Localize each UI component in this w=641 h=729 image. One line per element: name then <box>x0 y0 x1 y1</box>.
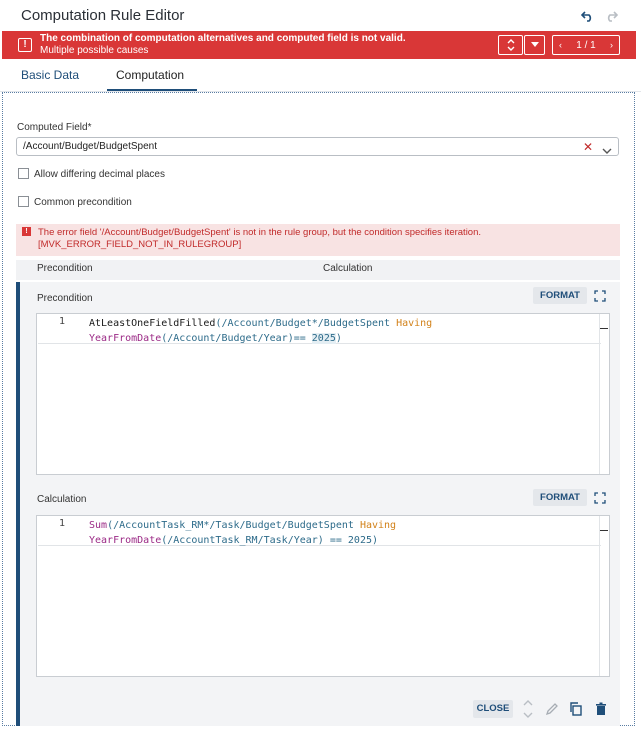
error-icon: ! <box>22 227 31 236</box>
validation-banner: ! The combination of computation alterna… <box>2 31 636 59</box>
edit-icon[interactable] <box>545 702 559 716</box>
computed-field-value: /Account/Budget/BudgetSpent <box>23 141 157 152</box>
common-precondition-checkbox[interactable] <box>18 196 29 207</box>
field-error-message: ! The error field '/Account/Budget/Budge… <box>16 224 620 256</box>
undo-icon[interactable] <box>580 8 596 24</box>
row-selection-bar <box>16 282 20 726</box>
redo-icon[interactable] <box>603 8 619 24</box>
common-precondition-label: Common precondition <box>34 197 132 208</box>
chevron-down-icon[interactable] <box>602 142 612 160</box>
error-icon: ! <box>18 38 32 52</box>
copy-icon[interactable] <box>569 702 583 716</box>
error-text: The error field '/Account/Budget/BudgetS… <box>38 227 481 251</box>
trash-icon[interactable] <box>594 702 608 716</box>
precondition-format-button[interactable]: FORMAT <box>533 287 587 304</box>
col-precondition: Precondition <box>37 263 93 274</box>
editor-scrollbar[interactable] <box>599 516 609 676</box>
code-line: 1 AtLeastOneFieldFilled(/Account/Budget*… <box>38 314 601 344</box>
expand-collapse-button[interactable] <box>498 35 523 55</box>
expand-icon[interactable] <box>594 491 606 504</box>
move-up-icon[interactable] <box>521 697 535 718</box>
pager-text: 1 / 1 <box>576 39 596 51</box>
expand-icon[interactable] <box>594 289 606 302</box>
tab-computation[interactable]: Computation <box>116 68 184 82</box>
error-text-line1: The error field '/Account/Budget/BudgetS… <box>38 227 482 238</box>
column-header: Precondition Calculation <box>16 260 620 280</box>
code-line: 1 Sum(/AccountTask_RM*/Task/Budget/Budge… <box>38 516 601 546</box>
active-tab-indicator <box>107 89 197 91</box>
message-pager[interactable]: ‹ 1 / 1 › <box>552 35 620 55</box>
line-number: 1 <box>59 518 66 529</box>
chevron-down-icon <box>530 42 539 47</box>
clear-icon[interactable]: ✕ <box>583 140 593 154</box>
allow-decimal-checkbox[interactable] <box>18 168 29 179</box>
precondition-code[interactable]: AtLeastOneFieldFilled(/Account/Budget*/B… <box>89 316 589 346</box>
calculation-code[interactable]: Sum(/AccountTask_RM*/Task/Budget/BudgetS… <box>89 518 589 548</box>
precondition-editor[interactable]: 1 AtLeastOneFieldFilled(/Account/Budget*… <box>36 313 610 475</box>
calculation-title: Calculation <box>37 494 87 505</box>
allow-decimal-label: Allow differing decimal places <box>34 169 165 180</box>
computed-field-select[interactable]: /Account/Budget/BudgetSpent ✕ <box>16 137 619 156</box>
error-text-line2: [MVK_ERROR_FIELD_NOT_IN_RULEGROUP] <box>38 239 242 250</box>
line-number: 1 <box>59 316 66 327</box>
chevron-updown-icon <box>507 39 514 51</box>
calculation-format-button[interactable]: FORMAT <box>533 489 587 506</box>
banner-title: The combination of computation alternati… <box>40 33 406 44</box>
tab-basic-data[interactable]: Basic Data <box>21 68 79 82</box>
col-calculation: Calculation <box>323 263 373 274</box>
computation-rule-editor: Computation Rule Editor ! The combinatio… <box>0 0 641 729</box>
banner-detail: Multiple possible causes <box>40 45 149 56</box>
precondition-title: Precondition <box>37 293 93 304</box>
next-icon[interactable]: › <box>610 40 613 50</box>
editor-scrollbar[interactable] <box>599 314 609 474</box>
close-button[interactable]: CLOSE <box>473 700 513 718</box>
dropdown-button[interactable] <box>524 35 545 55</box>
page-title: Computation Rule Editor <box>21 7 185 24</box>
computed-field-label: Computed Field* <box>17 122 92 133</box>
calculation-editor[interactable]: 1 Sum(/AccountTask_RM*/Task/Budget/Budge… <box>36 515 610 677</box>
editor-header: Computation Rule Editor <box>0 0 641 32</box>
prev-icon[interactable]: ‹ <box>559 40 562 50</box>
